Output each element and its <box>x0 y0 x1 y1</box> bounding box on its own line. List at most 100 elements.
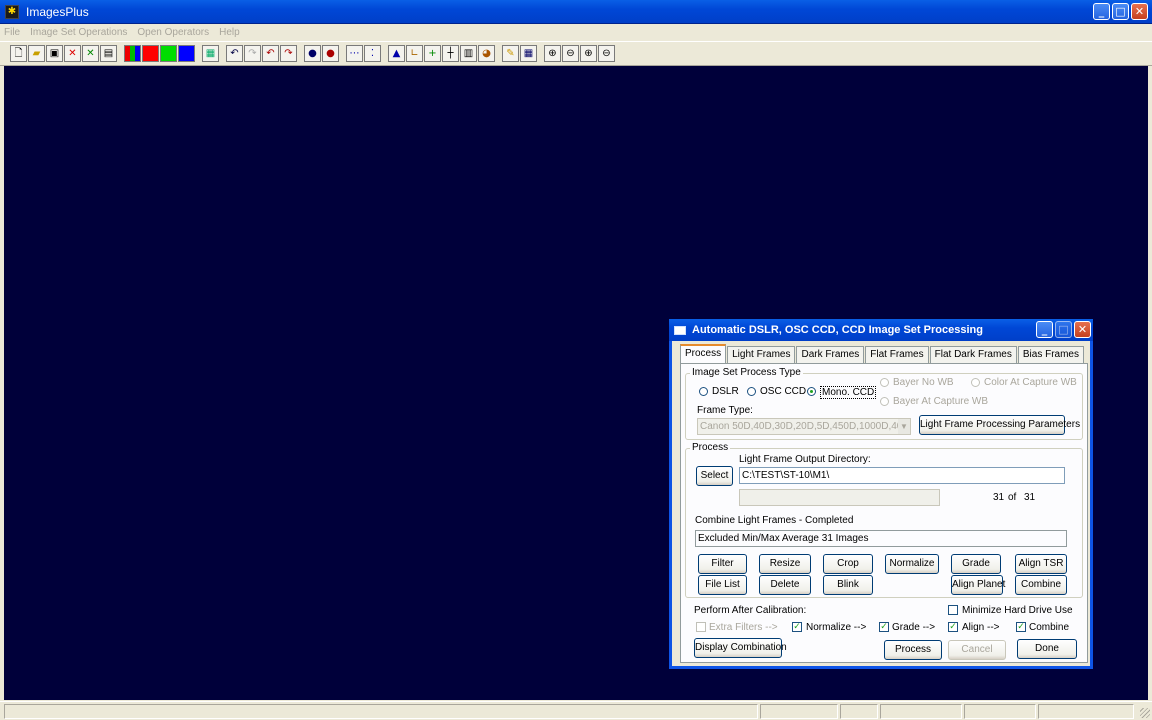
crosshair-plus-icon[interactable]: + <box>424 45 441 62</box>
count-current: 31 <box>993 492 1005 503</box>
minimize-hdd-checkbox[interactable] <box>948 605 958 615</box>
redo-icon[interactable]: ↷ <box>244 45 261 62</box>
delete-button[interactable]: Delete <box>759 575 811 595</box>
circle-dot-icon[interactable]: ● <box>304 45 321 62</box>
frame-type-select[interactable]: Canon 50D,40D,30D,20D,5D,450D,1000D,400D… <box>697 418 911 435</box>
maximize-button[interactable]: □ <box>1112 3 1129 20</box>
green-channel-icon[interactable] <box>160 45 177 62</box>
blink-button[interactable]: Blink <box>823 575 873 595</box>
curve-icon[interactable]: ∟ <box>406 45 423 62</box>
pencil-icon[interactable]: ✎ <box>502 45 519 62</box>
menu-open-operators[interactable]: Open Operators <box>137 27 209 38</box>
crop-button[interactable]: Crop <box>823 554 873 574</box>
menu-file[interactable]: File <box>4 27 20 38</box>
open-icon[interactable]: ▰ <box>28 45 45 62</box>
combine-button[interactable]: Combine <box>1015 575 1067 595</box>
minimize-hdd-label: Minimize Hard Drive Use <box>962 605 1073 616</box>
undo-icon[interactable]: ↶ <box>226 45 243 62</box>
chevron-down-icon[interactable]: ▼ <box>898 419 910 434</box>
dialog-window-controls: _ □ ✕ <box>1036 321 1091 338</box>
redo-all-icon[interactable]: ↷ <box>280 45 297 62</box>
maximize-icon: □ <box>1115 5 1126 18</box>
tab-light-frames[interactable]: Light Frames <box>727 346 796 363</box>
tab-bias-frames[interactable]: Bias Frames <box>1017 346 1084 363</box>
normalize-label: Normalize --> <box>806 622 867 633</box>
blue-channel-icon[interactable] <box>178 45 195 62</box>
extra-filters-checkbox[interactable] <box>696 622 706 632</box>
rgb-icon[interactable] <box>124 45 141 62</box>
align-tsr-button[interactable]: Align TSR <box>1015 554 1067 574</box>
color-at-capture-wb-radio[interactable] <box>971 378 980 387</box>
osc-ccd-radio[interactable] <box>747 387 756 396</box>
table-icon[interactable]: ▦ <box>520 45 537 62</box>
tab-flat-frames[interactable]: Flat Frames <box>865 346 929 363</box>
close-icon: ✕ <box>1077 323 1088 336</box>
frame-type-label: Frame Type: <box>697 405 753 416</box>
dialog-title: Automatic DSLR, OSC CCD, CCD Image Set P… <box>692 324 983 336</box>
tab-dark-frames[interactable]: Dark Frames <box>796 346 865 363</box>
status-pane-3 <box>880 704 962 719</box>
print-icon[interactable]: ▤ <box>100 45 117 62</box>
crosshair-icon[interactable]: ┼ <box>442 45 459 62</box>
combine-checkbox[interactable]: ✓ <box>1016 622 1026 632</box>
align-planet-button[interactable]: Align Planet <box>951 575 1005 595</box>
process-button[interactable]: Process <box>884 640 942 660</box>
histogram-icon[interactable]: ▲ <box>388 45 405 62</box>
frame-type-value: Canon 50D,40D,30D,20D,5D,450D,1000D,400D… <box>700 421 910 432</box>
close-icon: ✕ <box>1134 5 1145 18</box>
bayer-no-wb-radio[interactable] <box>880 378 889 387</box>
mono-ccd-radio[interactable] <box>807 387 816 396</box>
light-frame-params-button[interactable]: Light Frame Processing Parameters <box>919 415 1080 435</box>
red-channel-icon[interactable] <box>142 45 159 62</box>
grade-button[interactable]: Grade <box>951 554 1001 574</box>
dot-pattern-icon[interactable]: ⁚ <box>364 45 381 62</box>
file-list-button[interactable]: File List <box>698 575 747 595</box>
close-green-icon[interactable]: ✕ <box>82 45 99 62</box>
menu-image-set-operations[interactable]: Image Set Operations <box>30 27 127 38</box>
display-combination-button[interactable]: Display Combination <box>694 638 787 658</box>
new-icon[interactable]: 🗋 <box>10 45 27 62</box>
red-dot-icon[interactable]: ● <box>322 45 339 62</box>
grade-checkbox[interactable]: ✓ <box>879 622 889 632</box>
undo-all-icon[interactable]: ↶ <box>262 45 279 62</box>
normalize-checkbox[interactable]: ✓ <box>792 622 802 632</box>
menu-help[interactable]: Help <box>219 27 240 38</box>
select-button[interactable]: Select <box>696 466 733 486</box>
process-legend: Process <box>690 442 731 453</box>
align-checkbox[interactable]: ✓ <box>948 622 958 632</box>
status-pane-2 <box>840 704 878 719</box>
done-button[interactable]: Done <box>1017 639 1077 659</box>
normalize-button[interactable]: Normalize <box>885 554 939 574</box>
dotted-line-icon[interactable]: ⋯ <box>346 45 363 62</box>
status-text: Combine Light Frames - Completed <box>695 515 854 526</box>
zoom-icon[interactable]: ⊕ <box>544 45 561 62</box>
minimize-button[interactable]: _ <box>1093 3 1110 20</box>
count-of: of <box>1008 492 1017 503</box>
dialog-minimize-button[interactable]: _ <box>1036 321 1053 338</box>
dialog-close-button[interactable]: ✕ <box>1074 321 1091 338</box>
save-icon[interactable]: ▣ <box>46 45 63 62</box>
zoom-in-icon[interactable]: ⊖ <box>562 45 579 62</box>
tab-process[interactable]: Process <box>680 344 727 363</box>
dslr-label: DSLR <box>712 386 739 397</box>
output-dir-field[interactable]: C:\TEST\ST-10\M1\ <box>739 467 1065 484</box>
bayer-at-capture-wb-radio[interactable] <box>880 397 889 406</box>
menu-bar: File Image Set Operations Open Operators… <box>0 24 1152 40</box>
process-panel: Image Set Process Type DSLR OSC CCD Mono… <box>680 363 1088 663</box>
resize-button[interactable]: Resize <box>759 554 811 574</box>
tab-flat-dark-frames[interactable]: Flat Dark Frames <box>929 346 1017 363</box>
dslr-radio[interactable] <box>699 387 708 396</box>
grid-icon[interactable]: ▦ <box>202 45 219 62</box>
close-red-icon[interactable]: ✕ <box>64 45 81 62</box>
dialog-maximize-button[interactable]: □ <box>1055 321 1072 338</box>
close-button[interactable]: ✕ <box>1131 3 1148 20</box>
tab-strip: Process Light Frames Dark Frames Flat Fr… <box>680 344 1085 363</box>
zoom-fit-icon[interactable]: ⊖ <box>598 45 615 62</box>
palette-icon[interactable]: ◕ <box>478 45 495 62</box>
filter-button[interactable]: Filter <box>698 554 747 574</box>
cancel-button[interactable]: Cancel <box>948 640 1006 660</box>
combine-label: Combine <box>1029 622 1070 633</box>
calculator-icon[interactable]: ▥ <box>460 45 477 62</box>
resize-grip[interactable] <box>1140 708 1150 718</box>
zoom-out-icon[interactable]: ⊕ <box>580 45 597 62</box>
